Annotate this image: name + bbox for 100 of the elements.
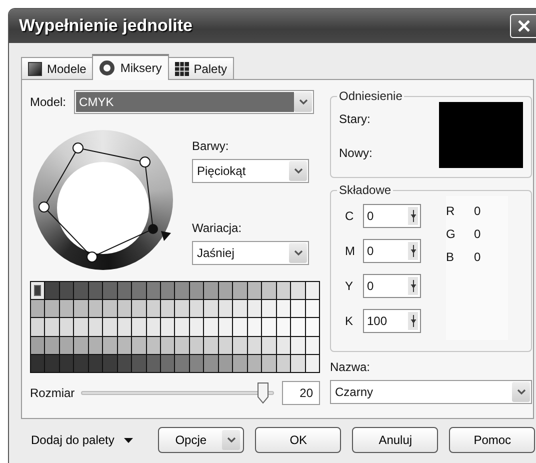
color-swatch[interactable] (161, 282, 174, 300)
color-swatch[interactable] (291, 354, 305, 372)
color-swatch[interactable] (233, 300, 247, 318)
color-swatch[interactable] (248, 318, 262, 336)
color-swatch[interactable] (204, 354, 218, 372)
color-swatch[interactable] (262, 354, 276, 372)
color-swatch[interactable] (161, 318, 174, 336)
color-swatch[interactable] (248, 282, 262, 300)
color-swatch[interactable] (233, 282, 247, 300)
color-swatch[interactable] (233, 354, 247, 372)
color-swatch[interactable] (276, 318, 290, 336)
color-swatch[interactable] (291, 336, 305, 354)
color-swatch[interactable] (31, 300, 44, 318)
color-swatch[interactable] (60, 300, 74, 318)
slider-thumb[interactable] (257, 382, 270, 404)
size-field[interactable]: 20 (282, 381, 320, 405)
close-button[interactable] (510, 14, 536, 38)
color-swatch[interactable] (60, 282, 74, 300)
color-swatch[interactable] (118, 354, 132, 372)
color-swatch[interactable] (146, 336, 160, 354)
color-swatch[interactable] (118, 336, 132, 354)
color-swatch[interactable] (190, 300, 204, 318)
color-swatch[interactable] (88, 300, 102, 318)
model-dropdown[interactable]: CMYK (74, 90, 314, 114)
color-swatch[interactable] (276, 282, 290, 300)
color-swatch[interactable] (276, 336, 290, 354)
color-swatch[interactable] (262, 318, 276, 336)
color-swatch[interactable] (204, 336, 218, 354)
color-swatch[interactable] (218, 318, 232, 336)
color-swatch[interactable] (45, 354, 59, 372)
color-swatch[interactable] (175, 318, 189, 336)
color-swatch[interactable] (146, 282, 160, 300)
color-swatch[interactable] (291, 300, 305, 318)
color-swatch[interactable] (132, 300, 146, 318)
spinner-icon[interactable] (410, 280, 416, 292)
color-swatch[interactable] (248, 336, 262, 354)
color-swatch[interactable] (218, 300, 232, 318)
color-swatch[interactable] (118, 318, 132, 336)
spinner-icon[interactable] (410, 315, 416, 327)
color-swatch[interactable] (262, 282, 276, 300)
color-swatch[interactable] (103, 336, 117, 354)
color-swatch[interactable] (161, 300, 174, 318)
color-swatch[interactable] (306, 318, 319, 336)
color-swatch[interactable] (103, 282, 117, 300)
color-swatch[interactable] (60, 318, 74, 336)
color-swatch[interactable] (60, 354, 74, 372)
color-swatch[interactable] (118, 282, 132, 300)
color-swatch[interactable] (262, 336, 276, 354)
tab[interactable]: Modele (21, 57, 94, 79)
color-swatch[interactable] (190, 336, 204, 354)
menu-button[interactable]: Dodaj do palety (31, 431, 134, 449)
color-swatch[interactable] (88, 354, 102, 372)
color-swatch[interactable] (31, 336, 44, 354)
spinner-icon[interactable] (410, 245, 416, 257)
color-swatch[interactable] (132, 318, 146, 336)
color-swatch[interactable] (103, 300, 117, 318)
harmony-dropdown[interactable]: Pięciokąt (192, 159, 309, 183)
color-swatch[interactable] (88, 282, 102, 300)
color-swatch[interactable] (45, 282, 59, 300)
color-swatch[interactable] (306, 354, 319, 372)
color-swatch[interactable] (175, 354, 189, 372)
color-swatch[interactable] (233, 336, 247, 354)
color-swatch[interactable] (31, 282, 44, 300)
color-swatch[interactable] (248, 354, 262, 372)
color-swatch[interactable] (31, 354, 44, 372)
color-swatch[interactable] (175, 300, 189, 318)
color-swatch[interactable] (118, 300, 132, 318)
color-swatch[interactable] (132, 336, 146, 354)
color-swatch[interactable] (74, 318, 88, 336)
color-swatch[interactable] (74, 300, 88, 318)
spin-field[interactable]: 100 (363, 309, 421, 333)
color-swatch[interactable] (103, 354, 117, 372)
color-swatch[interactable] (146, 318, 160, 336)
color-swatch[interactable] (276, 300, 290, 318)
color-swatch[interactable] (146, 300, 160, 318)
spinner-icon[interactable] (410, 210, 416, 222)
name-dropdown[interactable]: Czarny (330, 380, 532, 404)
dialog-button[interactable]: Anuluj (352, 427, 438, 453)
color-swatch[interactable] (74, 354, 88, 372)
color-swatch[interactable] (190, 318, 204, 336)
color-swatch[interactable] (74, 336, 88, 354)
color-swatch[interactable] (31, 318, 44, 336)
color-swatch[interactable] (175, 282, 189, 300)
color-swatch[interactable] (146, 354, 160, 372)
color-swatch[interactable] (103, 318, 117, 336)
color-swatch[interactable] (190, 282, 204, 300)
tab[interactable]: Miksery (92, 54, 169, 80)
color-swatch[interactable] (276, 354, 290, 372)
color-swatch[interactable] (204, 300, 218, 318)
color-swatch[interactable] (291, 318, 305, 336)
color-swatch[interactable] (204, 282, 218, 300)
color-swatch[interactable] (60, 336, 74, 354)
color-swatch[interactable] (306, 300, 319, 318)
color-swatch[interactable] (45, 300, 59, 318)
variation-dropdown[interactable]: Jaśniej (192, 241, 309, 265)
color-swatch[interactable] (88, 318, 102, 336)
color-swatch[interactable] (291, 282, 305, 300)
options-button[interactable]: Opcje (158, 427, 244, 453)
color-swatch[interactable] (161, 336, 174, 354)
color-swatch[interactable] (306, 282, 319, 300)
